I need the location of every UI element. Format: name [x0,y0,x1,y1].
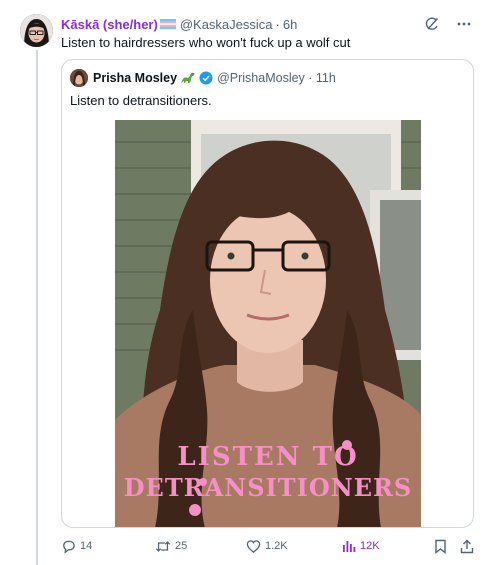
reply-button[interactable]: 14 [61,536,92,556]
action-bar: 14 25 1.2K 12K [61,536,474,556]
repost-icon [155,539,171,554]
quoted-tweet[interactable]: Prisha Mosley @PrishaMosley · 11h Listen… [61,59,474,528]
views-button[interactable]: 12K [342,536,380,556]
svg-text:LISTEN TO: LISTEN TO [177,442,358,472]
tweet-header: Kāskā (she/her) @KaskaJessica · 6h [61,15,473,33]
more-icon[interactable] [455,15,473,33]
like-icon [246,539,261,554]
handle[interactable]: @KaskaJessica [180,17,273,32]
like-button[interactable]: 1.2K [246,536,288,556]
separator-dot: · [275,16,280,32]
svg-text:DETRANSITIONERS: DETRANSITIONERS [124,473,413,502]
avatar[interactable] [20,14,53,47]
verified-badge-icon[interactable] [199,71,213,85]
grok-icon[interactable] [423,15,441,33]
tweet-text: Listen to hairdressers who won't fuck up… [61,35,351,50]
repost-button[interactable]: 25 [155,536,187,556]
dinosaur-emoji [180,71,196,85]
thread-line [36,50,38,565]
quoted-text: Listen to detransitioners. [70,93,212,108]
share-icon [460,539,474,554]
quoted-timestamp[interactable]: 11h [316,71,336,85]
quoted-handle[interactable]: @PrishaMosley [217,71,305,85]
views-count: 12K [360,540,380,552]
display-name[interactable]: Kāskā (she/her) [61,17,158,32]
reply-icon [61,539,76,554]
quoted-header: Prisha Mosley @PrishaMosley · 11h [70,69,336,87]
trans-flag-emoji [159,19,176,29]
views-icon [342,539,356,553]
bookmark-button[interactable] [434,536,451,556]
quoted-display-name[interactable]: Prisha Mosley [93,71,177,85]
repost-count: 25 [175,540,188,552]
quoted-avatar [70,69,88,87]
quoted-photo[interactable]: LISTEN TO DETRANSITIONERS [115,120,421,527]
bookmark-icon [434,539,447,554]
share-button[interactable] [460,536,478,556]
timestamp[interactable]: 6h [283,17,297,32]
like-count: 1.2K [265,540,288,552]
reply-count: 14 [80,540,93,552]
separator-dot: · [304,71,316,85]
